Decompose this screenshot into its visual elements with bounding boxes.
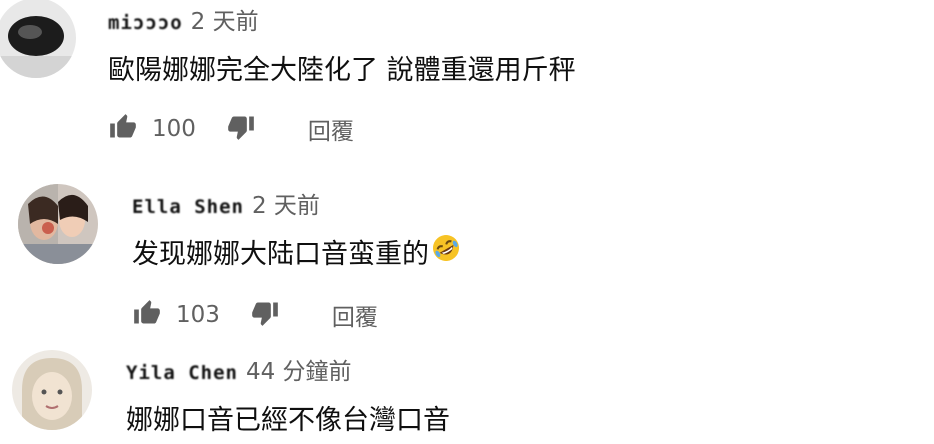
comment-timestamp[interactable]: 44 分鐘前 bbox=[246, 352, 352, 386]
avatar[interactable] bbox=[12, 350, 92, 430]
comment-text: 歐陽娜娜完全大陸化了 說體重還用斤秤 bbox=[108, 55, 576, 86]
comment-timestamp[interactable]: 2 天前 bbox=[252, 186, 320, 220]
comment-timestamp[interactable]: 2 天前 bbox=[191, 2, 259, 36]
avatar[interactable] bbox=[18, 184, 98, 264]
thumb-up-icon[interactable] bbox=[108, 113, 138, 145]
rolling-on-floor-laughing-emoji-icon bbox=[431, 233, 461, 270]
reply-button[interactable]: 回覆 bbox=[332, 298, 378, 332]
comment-author[interactable]: miɔɔɔo bbox=[108, 12, 183, 34]
comment-author[interactable]: Ella Shen bbox=[132, 196, 244, 218]
thumb-down-icon[interactable] bbox=[226, 113, 256, 145]
avatar[interactable] bbox=[0, 0, 76, 78]
comment-text-row: 发现娜娜大陆口音蛮重的 bbox=[132, 232, 461, 271]
like-count: 103 bbox=[176, 302, 220, 328]
like-count: 100 bbox=[152, 116, 196, 142]
thumb-down-icon[interactable] bbox=[250, 299, 280, 331]
comment-text: 发现娜娜大陆口音蛮重的 bbox=[132, 239, 429, 270]
thumb-up-icon[interactable] bbox=[132, 299, 162, 331]
comment-author[interactable]: Yila Chen bbox=[126, 362, 238, 384]
comment-text: 娜娜口音已經不像台灣口音 bbox=[126, 405, 450, 436]
reply-button[interactable]: 回覆 bbox=[308, 112, 354, 146]
